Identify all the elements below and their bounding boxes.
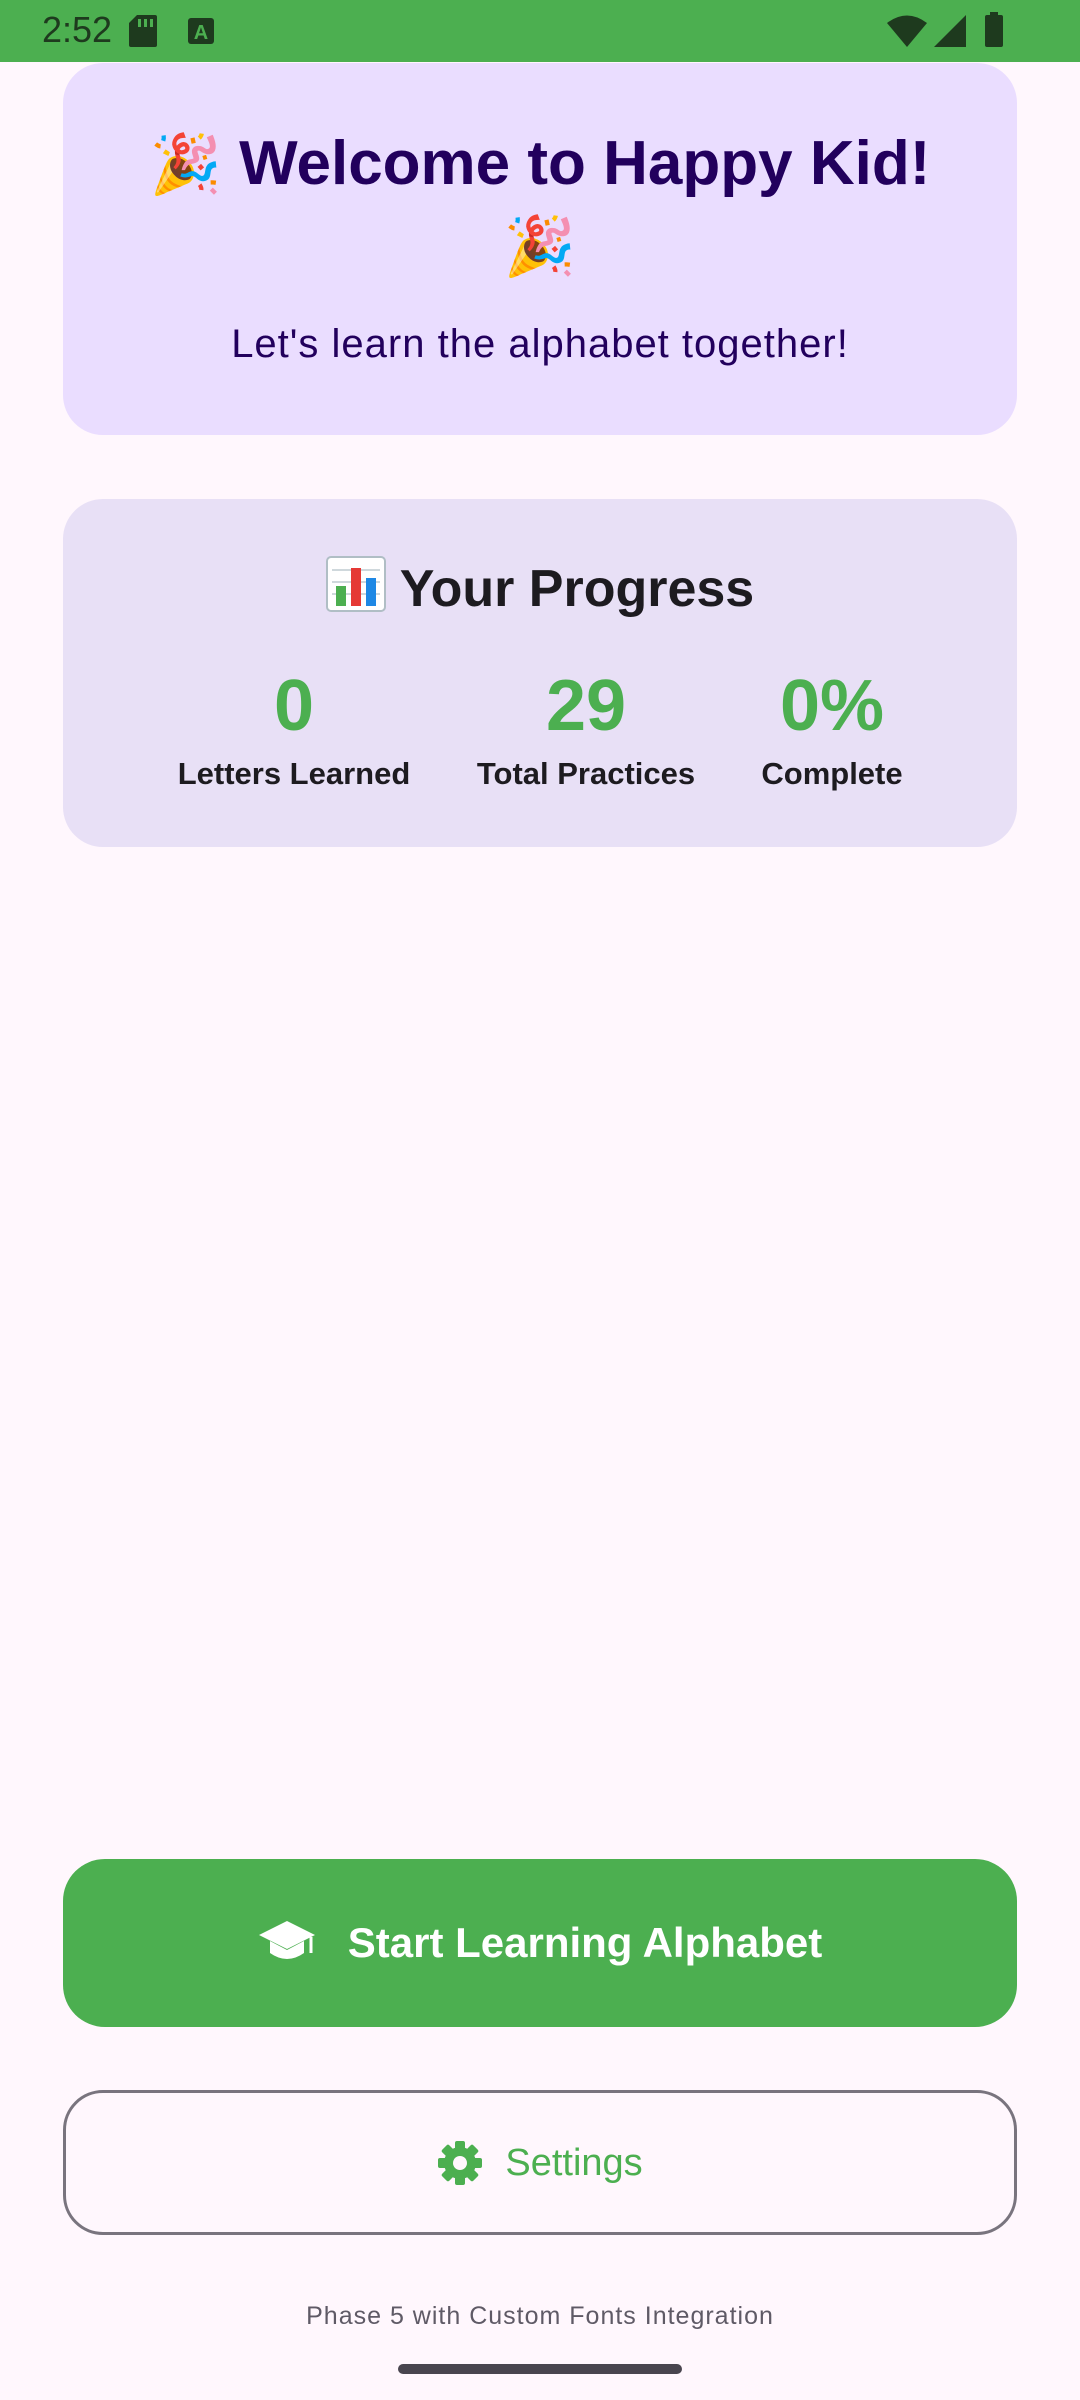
home-indicator[interactable] (398, 2364, 682, 2374)
welcome-subtitle: Let's learn the alphabet together! (231, 322, 849, 366)
svg-text:A: A (194, 22, 208, 44)
status-time: 2:52 (42, 9, 113, 50)
stat-value: 0% (779, 666, 885, 746)
start-learning-label: Start Learning Alphabet (347, 1919, 823, 1966)
footer-note: Phase 5 with Custom Fonts Integration (306, 2302, 774, 2330)
wifi-icon (887, 15, 927, 47)
stat-complete: 0% Complete (752, 660, 912, 794)
welcome-title-text: Welcome to Happy Kid! (239, 129, 931, 198)
welcome-title: 🎉 Welcome to Happy Kid! 🎉 (0, 123, 1080, 287)
sd-card-icon (129, 15, 157, 47)
settings-label: Settings (505, 2141, 643, 2184)
stat-label: Letters Learned (177, 756, 411, 791)
progress-title-text: Your Progress (399, 560, 755, 618)
stat-total-practices: 29 Total Practices (466, 660, 706, 794)
font-app-icon: A (188, 18, 214, 44)
stat-label: Total Practices (476, 756, 696, 791)
stat-value: 0 (273, 666, 315, 746)
progress-title: Your Progress (0, 556, 1080, 622)
graduation-cap-icon (258, 1921, 315, 1959)
stat-label: Complete (761, 756, 903, 791)
bar-chart-icon (325, 556, 386, 612)
battery-icon (985, 12, 1003, 47)
stat-letters-learned: 0 Letters Learned (163, 660, 425, 794)
party-popper-icon: 🎉 (503, 212, 577, 280)
settings-button[interactable]: Settings (63, 2090, 1017, 2235)
stat-value: 29 (545, 666, 627, 746)
signal-icon (934, 15, 966, 47)
gear-icon (438, 2140, 483, 2185)
party-popper-icon: 🎉 (149, 130, 222, 198)
start-learning-button[interactable]: Start Learning Alphabet (63, 1859, 1017, 2027)
status-bar: 2:52 A (0, 0, 1080, 62)
